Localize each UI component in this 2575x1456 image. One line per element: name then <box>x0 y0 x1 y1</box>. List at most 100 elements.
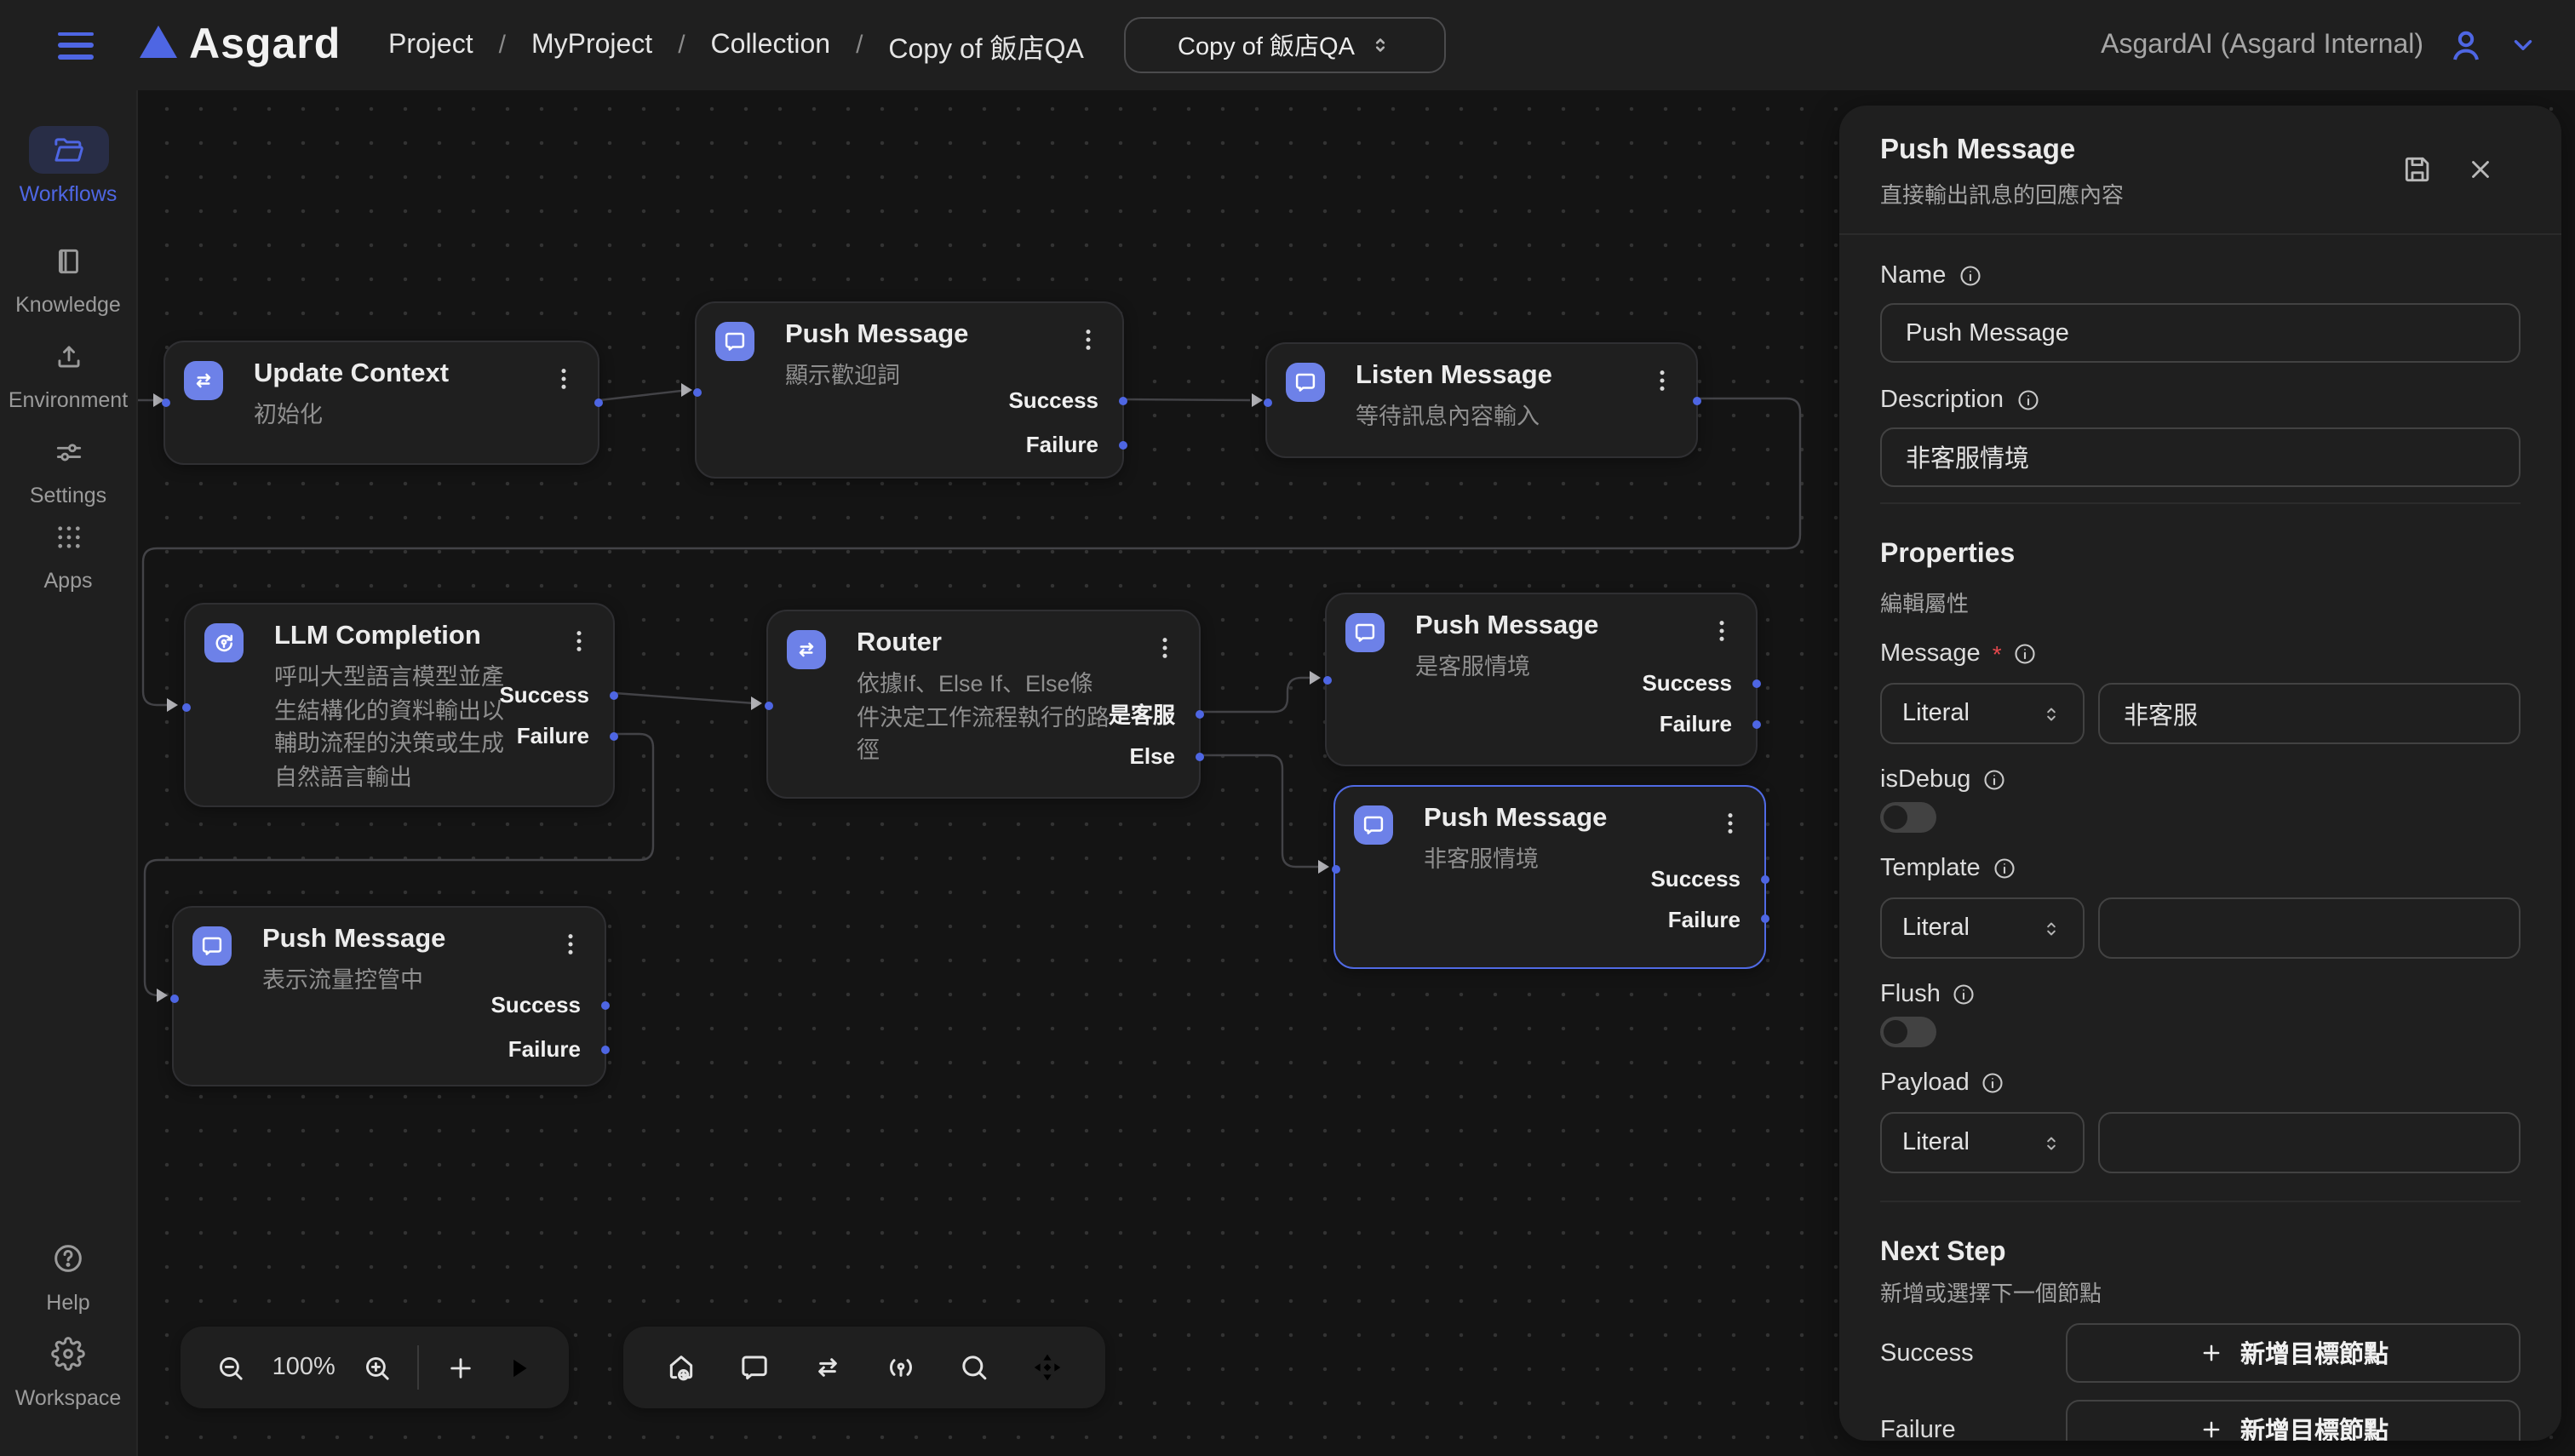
node-push-cs[interactable]: Push Message是客服情境SuccessFailure <box>1325 593 1758 766</box>
kebab-icon <box>1708 616 1735 645</box>
field-label-Name: Name <box>1880 262 2521 289</box>
input-port[interactable] <box>181 702 190 711</box>
input-port[interactable] <box>1322 675 1331 684</box>
input-port[interactable] <box>161 398 169 406</box>
node-menu-icon[interactable] <box>1075 324 1102 354</box>
node-update-context[interactable]: Update Context初始化 <box>163 341 599 465</box>
add-target-node-button-Failure[interactable]: 新增目標節點 <box>2066 1400 2521 1441</box>
prop-label-Payload: Payload <box>1880 1069 2521 1097</box>
next-step-subtitle: 新增或選擇下一個節點 <box>1880 1275 2521 1308</box>
sidebar-item-help[interactable]: Help <box>0 1235 136 1315</box>
output-port[interactable] <box>1761 874 1769 883</box>
output-port[interactable] <box>1752 719 1761 728</box>
locate-button[interactable] <box>884 1350 918 1384</box>
prop-select-Message[interactable]: Literal <box>1880 683 2085 744</box>
output-port[interactable] <box>1196 752 1204 760</box>
breadcrumb-current[interactable]: Copy of 飯店QA <box>888 25 1083 66</box>
info-icon <box>2016 388 2039 412</box>
run-button[interactable] <box>502 1351 535 1384</box>
close-icon[interactable] <box>2466 155 2495 184</box>
sidebar-item-workflows[interactable]: Workflows <box>0 126 136 206</box>
sidebar-item-label: Help <box>46 1291 89 1315</box>
account[interactable]: AsgardAI (Asgard Internal) <box>2101 0 2538 90</box>
input-port[interactable] <box>1331 864 1339 873</box>
output-port[interactable] <box>1196 709 1204 718</box>
field-input-Name[interactable]: Push Message <box>1880 303 2521 363</box>
input-port[interactable] <box>764 701 772 709</box>
info-icon <box>1981 1071 2005 1095</box>
output-port[interactable] <box>1752 679 1761 687</box>
input-port[interactable] <box>692 387 701 396</box>
node-type-icon <box>1286 363 1325 402</box>
add-node-button[interactable] <box>444 1351 477 1384</box>
port-label-Success: Success <box>1008 387 1098 413</box>
plus-icon <box>2198 1417 2223 1441</box>
prop-toggle-isDebug[interactable] <box>1880 802 1936 833</box>
port-label-Failure: Failure <box>508 1036 581 1062</box>
node-menu-icon[interactable] <box>1708 615 1735 645</box>
sidebar-item-knowledge[interactable]: Knowledge <box>0 237 136 317</box>
node-title: LLM Completion <box>274 622 481 652</box>
node-subtitle: 是客服情境 <box>1415 651 1530 684</box>
node-title: Push Message <box>785 320 968 351</box>
save-icon[interactable] <box>2401 153 2434 186</box>
output-port[interactable] <box>601 1000 610 1009</box>
workflow-selector[interactable]: Copy of 飯店QA <box>1124 17 1446 73</box>
field-input-Description[interactable]: 非客服情境 <box>1880 427 2521 487</box>
node-push-welcome[interactable]: Push Message顯示歡迎詞SuccessFailure <box>695 301 1124 479</box>
output-port[interactable] <box>610 691 618 699</box>
zoom-in-button[interactable] <box>360 1351 393 1384</box>
node-menu-icon[interactable] <box>557 928 584 959</box>
node-menu-icon[interactable] <box>1151 632 1179 662</box>
output-port[interactable] <box>594 398 603 406</box>
node-listen-message[interactable]: Listen Message等待訊息內容輸入 <box>1265 342 1698 458</box>
node-menu-icon[interactable] <box>550 363 577 393</box>
swap-button[interactable] <box>811 1350 845 1384</box>
app: Update Context初始化 Push Message顯示歡迎詞Succes… <box>0 0 2575 1456</box>
node-llm-completion[interactable]: LLM Completion呼叫大型語言模型並產生結構化的資料輸出以輔助流程的決… <box>184 603 615 807</box>
sidebar-item-apps[interactable]: Apps <box>0 513 136 593</box>
node-push-throttle[interactable]: Push Message表示流量控管中SuccessFailure <box>172 906 606 1086</box>
input-port[interactable] <box>1263 398 1271 406</box>
prop-input-Message[interactable]: 非客服 <box>2098 683 2521 744</box>
node-push-noncs[interactable]: Push Message非客服情境SuccessFailure <box>1333 785 1766 969</box>
prop-input-Template[interactable] <box>2098 897 2521 959</box>
breadcrumb-myproject[interactable]: MyProject <box>531 30 652 60</box>
info-icon <box>1982 768 2006 792</box>
node-menu-icon[interactable] <box>565 625 593 656</box>
chat-icon <box>199 933 225 959</box>
comment-button[interactable] <box>737 1350 771 1384</box>
kebab-icon <box>1075 324 1102 353</box>
output-port[interactable] <box>610 731 618 740</box>
breadcrumb-collection[interactable]: Collection <box>711 30 831 60</box>
node-menu-icon[interactable] <box>1649 364 1676 395</box>
add-target-node-button-Success[interactable]: 新增目標節點 <box>2066 1323 2521 1383</box>
sidebar-item-workspace[interactable]: Workspace <box>0 1330 136 1410</box>
search-button[interactable] <box>957 1350 991 1384</box>
select-updown-icon <box>2040 1132 2062 1154</box>
output-port[interactable] <box>1119 396 1127 404</box>
node-router[interactable]: Router依據If、Else If、Else條件決定工作流程執行的路徑是客服E… <box>766 610 1201 799</box>
output-port[interactable] <box>601 1045 610 1053</box>
menu-icon[interactable] <box>58 32 94 59</box>
sidebar-item-environment[interactable]: Environment <box>0 332 136 412</box>
output-port[interactable] <box>1761 914 1769 923</box>
info-icon <box>2014 642 2038 666</box>
prop-input-Payload[interactable] <box>2098 1112 2521 1173</box>
output-port[interactable] <box>1693 396 1701 404</box>
sidebar-item-settings[interactable]: Settings <box>0 427 136 507</box>
chat-icon <box>1361 812 1386 838</box>
prop-select-Payload[interactable]: Literal <box>1880 1112 2085 1173</box>
node-title: Push Message <box>262 925 445 955</box>
add-flow-button[interactable] <box>664 1350 698 1384</box>
prop-label-Template: Template <box>1880 855 2521 882</box>
move-button[interactable] <box>1030 1350 1064 1384</box>
node-menu-icon[interactable] <box>1717 807 1744 838</box>
input-port[interactable] <box>169 994 178 1002</box>
prop-toggle-Flush[interactable] <box>1880 1017 1936 1047</box>
output-port[interactable] <box>1119 440 1127 449</box>
chevron-down-icon[interactable] <box>2509 31 2538 60</box>
zoom-out-button[interactable] <box>215 1351 247 1384</box>
breadcrumb-project[interactable]: Project <box>388 30 473 60</box>
prop-select-Template[interactable]: Literal <box>1880 897 2085 959</box>
